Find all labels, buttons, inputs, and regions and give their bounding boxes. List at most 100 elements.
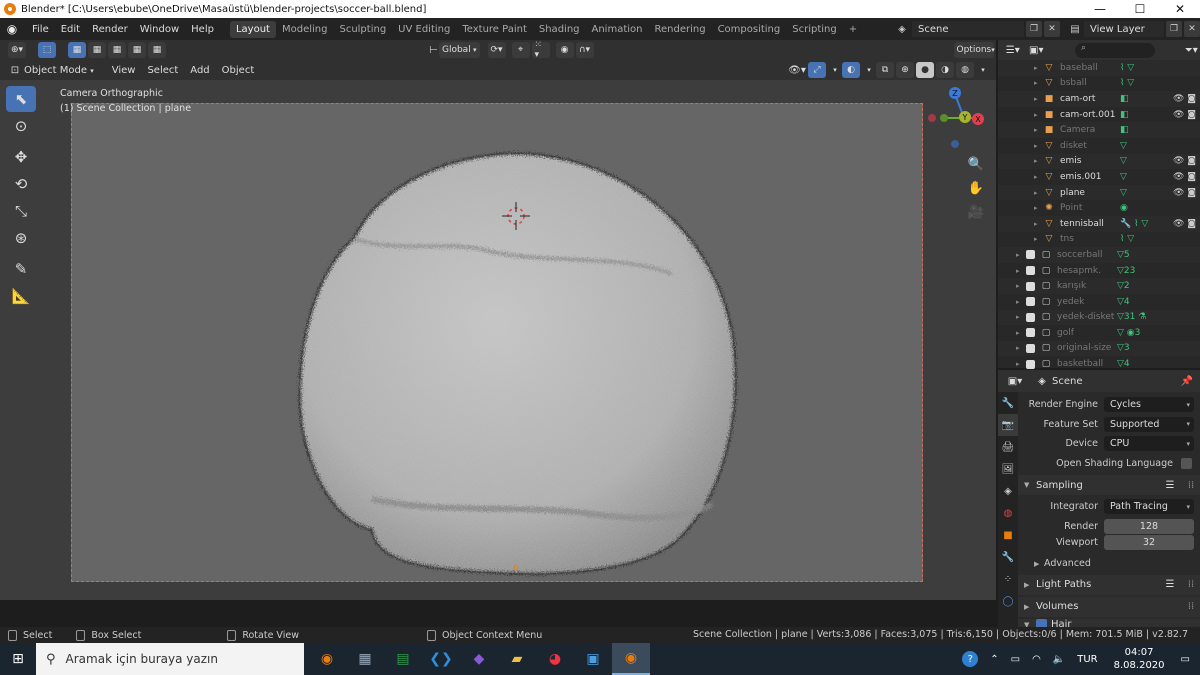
exclude-checkbox[interactable] [1026,266,1035,276]
scene-name-field[interactable]: Scene [912,21,1024,37]
outliner-item-name[interactable]: karışık [1057,281,1117,291]
delete-scene-icon[interactable]: ✕ [1044,21,1060,37]
expand-arrow-icon[interactable]: ▸ [1034,95,1044,103]
outliner-row[interactable]: ▸ ▢ yedek-disket ▽31 ⚗ [998,309,1200,326]
viewport-samples-field[interactable]: 32 [1104,535,1194,550]
proportional-edit-icon[interactable]: ◉ [555,42,574,58]
expand-arrow-icon[interactable]: ▸ [1016,344,1026,352]
transform-tool-icon[interactable]: ⊛ [6,225,36,251]
view-layer-icon[interactable]: ▤ [1066,24,1084,35]
file-explorer-app-icon[interactable]: ▰ [498,643,536,675]
properties-editor-icon[interactable]: ▣▾ [1004,376,1026,387]
outliner-row[interactable]: ▸ ✺ Point ◉ [998,200,1200,216]
overlay-toggle-icon[interactable]: ◐ [842,62,860,78]
outliner-row[interactable]: ▸ ■ cam-ort ◧ 👁 ◙ [998,91,1200,107]
drag-handle-icon[interactable]: ⁞⁞ [1182,480,1200,491]
expand-arrow-icon[interactable]: ▸ [1034,142,1044,150]
network-icon[interactable]: ◠ [1032,654,1041,665]
add-workspace-button[interactable]: + [843,21,863,38]
overlay-dropdown-icon[interactable]: ▾ [862,66,876,74]
outliner-editor-icon[interactable]: ☰▾ [1004,45,1022,56]
outliner-row[interactable]: ▸ ▢ yedek ▽4 [998,294,1200,310]
outliner-row[interactable]: ▸ ▢ soccerball ▽5 [998,247,1200,263]
light-paths-presets-icon[interactable]: ☰ [1158,579,1182,590]
outliner-item-name[interactable]: original-size [1057,343,1117,353]
visibility-icon[interactable]: 👁▾ [786,65,808,76]
snap-element-icon[interactable]: ⁙▾ [531,40,550,60]
shading-material-icon[interactable]: ◑ [936,62,954,78]
tab-compositing[interactable]: Compositing [712,21,787,38]
shading-solid-icon[interactable]: ● [916,62,934,78]
windows-start-icon[interactable]: ⊞ [0,643,36,675]
tab-shading[interactable]: Shading [533,21,586,38]
outliner-item-name[interactable]: bsball [1060,78,1120,88]
outliner-row[interactable]: ▸ ▽ baseball ⌇ ▽ [998,60,1200,76]
exclude-checkbox[interactable] [1026,281,1035,291]
outliner-row[interactable]: ▸ ▽ tennisball 🔧 ⌇ ▽ 👁 ◙ [998,215,1200,232]
volumes-drag-icon[interactable]: ⁞⁞ [1182,601,1200,612]
close-button[interactable]: ✕ [1160,0,1200,18]
shading-wireframe-icon[interactable]: ⊕ [896,62,914,78]
shading-dropdown-icon[interactable]: ▾ [976,66,990,74]
outliner-row[interactable]: ▸ ▢ original-size ▽3 [998,340,1200,357]
select-mode-invert-icon[interactable]: ▦ [128,42,146,58]
new-view-layer-icon[interactable]: ❐ [1166,21,1182,37]
expand-arrow-icon[interactable]: ▸ [1034,126,1044,134]
physics-tab-icon[interactable]: ◯ [998,590,1018,612]
expand-arrow-icon[interactable]: ▸ [1034,204,1044,212]
device-dropdown[interactable]: CPU ▾ [1104,436,1194,452]
editor-type-icon[interactable]: ⊕▾ [8,42,26,58]
pivot-point-icon[interactable]: ⟳▾ [487,42,506,58]
navigation-gizmo[interactable]: Z Y X [924,84,996,154]
outliner-item-name[interactable]: hesapmk. [1057,266,1117,276]
tab-uv-editing[interactable]: UV Editing [392,21,456,38]
expand-arrow-icon[interactable]: ▸ [1016,313,1026,321]
select-menu[interactable]: Select [141,65,184,76]
expand-arrow-icon[interactable]: ▸ [1034,79,1044,87]
outliner-item-name[interactable]: soccerball [1057,250,1117,260]
mode-dropdown[interactable]: Object Mode ▾ [22,65,100,76]
blender-app-icon[interactable]: ◉ [308,643,346,675]
expand-arrow-icon[interactable]: ▸ [1034,157,1044,165]
outliner-item-name[interactable]: cam-ort.001 [1060,110,1120,120]
outliner-item-name[interactable]: golf [1057,328,1117,338]
measure-tool-icon[interactable]: 📐 [6,283,36,309]
minimize-button[interactable]: — [1080,0,1120,18]
exclude-checkbox[interactable] [1026,328,1035,338]
exclude-checkbox[interactable] [1026,297,1035,307]
falloff-icon[interactable]: ∩▾ [575,42,594,58]
blender-menu-icon[interactable]: ◉ [4,21,20,37]
render-samples-field[interactable]: 128 [1104,519,1194,534]
menu-help[interactable]: Help [185,24,220,35]
visibility-toggles[interactable]: 👁 ◙ [1168,156,1200,166]
vscode-app-icon[interactable]: ❮❯ [422,643,460,675]
exclude-checkbox[interactable] [1026,359,1035,369]
move-tool-icon[interactable]: ✥ [6,144,36,170]
light-paths-drag-icon[interactable]: ⁞⁞ [1182,579,1200,590]
rotate-tool-icon[interactable]: ⟲ [6,171,36,197]
tab-rendering[interactable]: Rendering [648,21,711,38]
outliner-row[interactable]: ▸ ▢ hesapmk. ▽23 [998,263,1200,279]
chrome-app-icon[interactable]: ◕ [536,643,574,675]
expand-arrow-icon[interactable]: ▸ [1016,360,1026,368]
gizmo-dropdown-icon[interactable]: ▾ [828,66,842,74]
menu-edit[interactable]: Edit [55,24,86,35]
outliner-search-input[interactable]: ⌕ [1075,42,1155,58]
light-paths-panel-header[interactable]: ▶ Light Paths ☰ ⁞⁞ [1018,574,1200,595]
exclude-checkbox[interactable] [1026,312,1035,322]
gizmo-neg-x-icon[interactable] [928,114,936,122]
render-engine-dropdown[interactable]: Cycles ▾ [1104,397,1194,413]
advanced-subpanel-header[interactable]: ▶ Advanced [1018,555,1200,573]
visibility-toggles[interactable]: 👁 ◙ [1168,188,1200,198]
visibility-toggles[interactable]: 👁 ◙ [1168,219,1200,229]
orientation-dropdown[interactable]: Global ▾ [438,42,480,58]
expand-arrow-icon[interactable]: ▸ [1034,64,1044,72]
visibility-toggles[interactable]: 👁 ◙ [1168,94,1200,104]
object-mode-icon[interactable]: ⊡ [8,65,22,76]
scene-icon[interactable]: ◈ [892,24,912,35]
outliner-item-name[interactable]: plane [1060,188,1120,198]
object-tab-icon[interactable]: ■ [998,524,1018,546]
camera-view-icon[interactable]: 🎥 [964,200,988,224]
outliner-item-name[interactable]: Point [1060,203,1120,213]
gizmo-neg-y-icon[interactable] [940,114,948,122]
